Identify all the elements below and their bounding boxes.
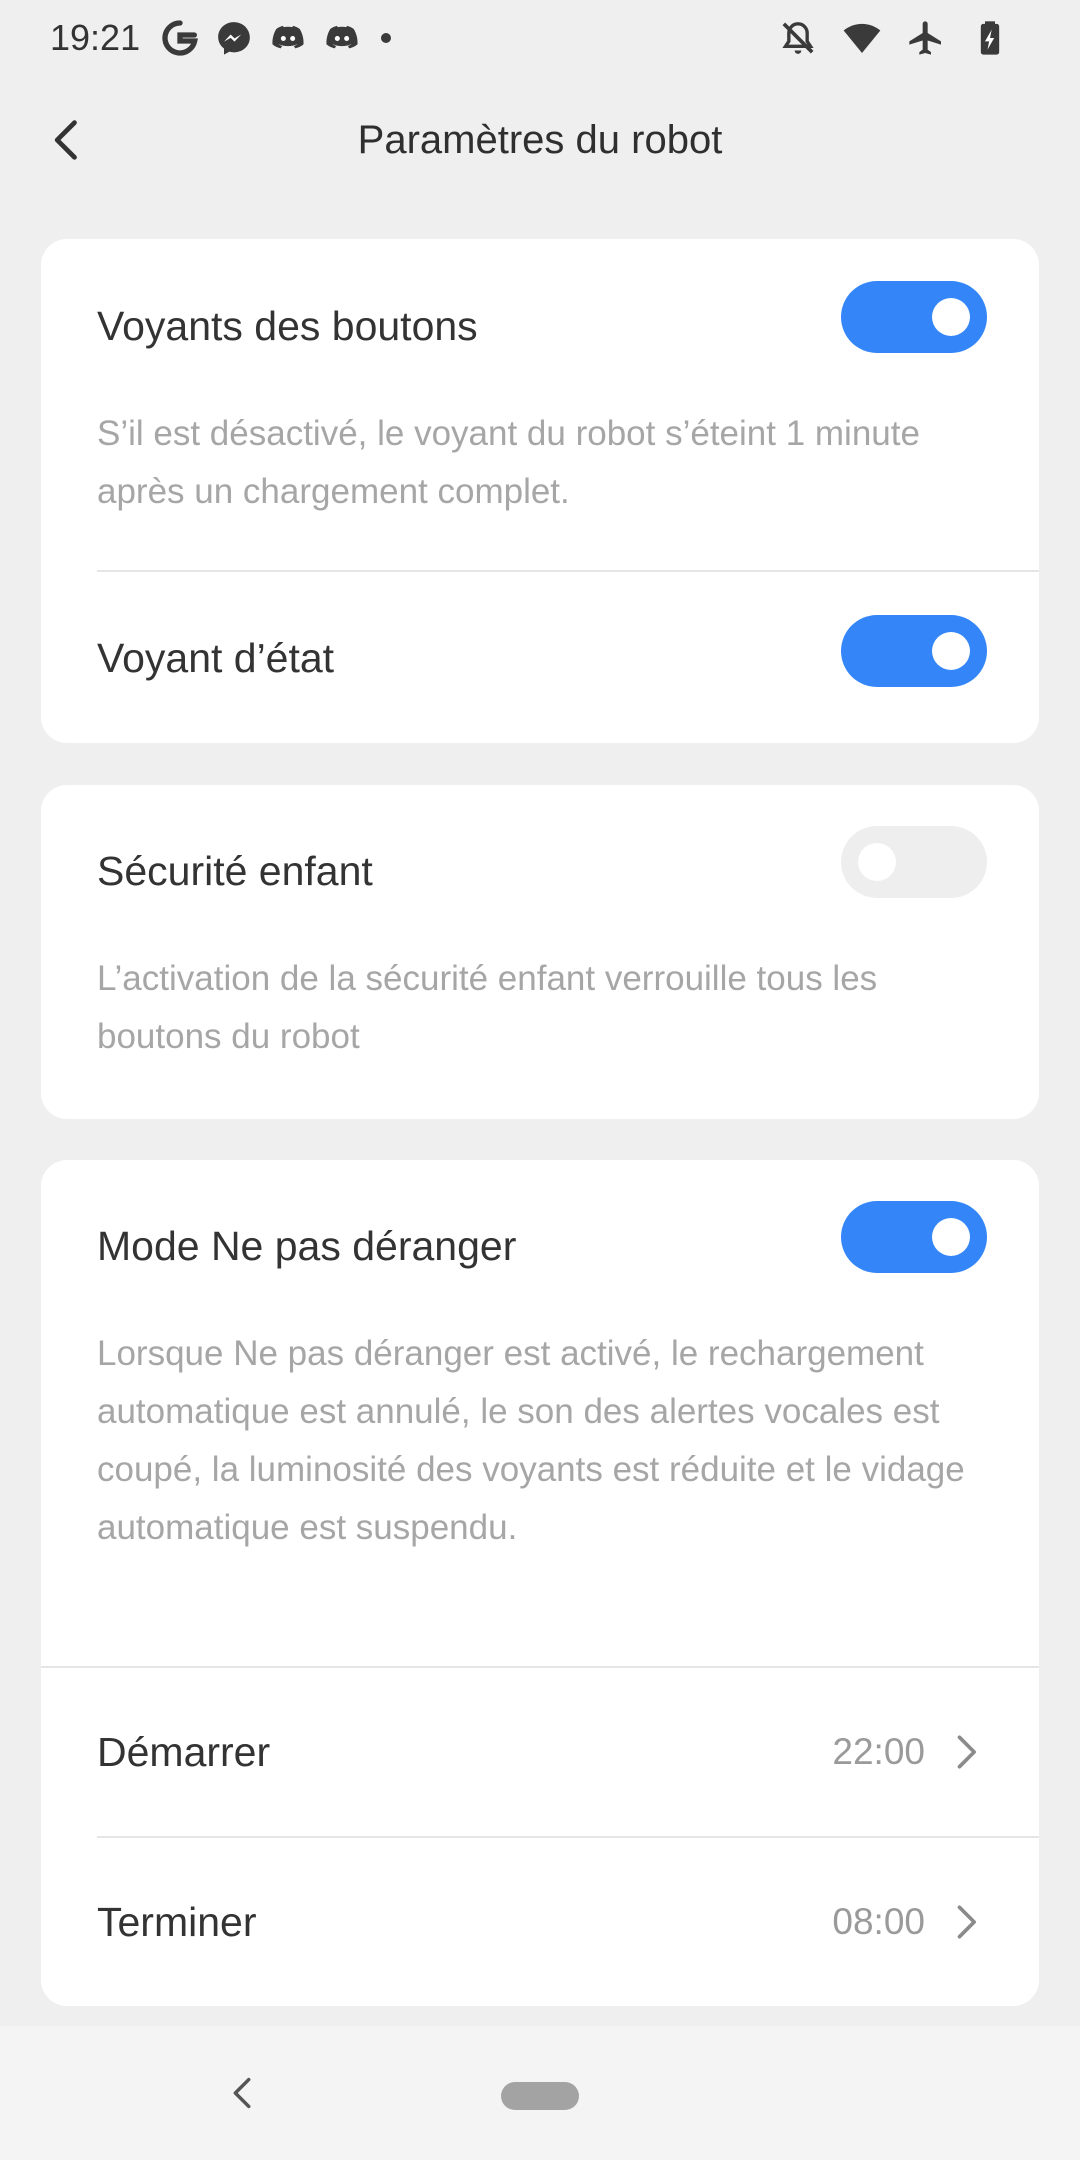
dot-icon — [376, 18, 396, 58]
dnd-end-value: 08:00 — [832, 1901, 925, 1942]
nav-back-icon[interactable] — [220, 2070, 266, 2116]
chevron-right-icon — [943, 1730, 987, 1774]
dnd-end-label: Terminer — [97, 1899, 257, 1945]
home-pill-icon[interactable] — [501, 2082, 579, 2110]
google-icon — [160, 18, 200, 58]
wifi-icon — [842, 18, 882, 58]
dnd-start-label: Démarrer — [97, 1729, 271, 1775]
dnd-start-row[interactable]: Démarrer 22:00 — [41, 1668, 1039, 1836]
toggle-knob — [932, 1218, 970, 1256]
messenger-icon — [214, 18, 254, 58]
button-lights-description: S’il est désactivé, le voyant du robot s… — [97, 414, 920, 511]
dnd-description: Lorsque Ne pas déranger est activé, le r… — [97, 1334, 965, 1547]
status-light-toggle[interactable] — [841, 615, 987, 687]
lights-card: Voyants des boutons S’il est désactivé, … — [41, 239, 1039, 743]
button-lights-toggle[interactable] — [841, 281, 987, 353]
page-title: Paramètres du robot — [357, 118, 723, 162]
status-light-label: Voyant d’état — [97, 635, 335, 681]
dnd-end-row[interactable]: Terminer 08:00 — [41, 1838, 1039, 2006]
status-notification-icons — [160, 16, 396, 60]
child-lock-card: Sécurité enfant L’activation de la sécur… — [41, 785, 1039, 1119]
toggle-knob — [932, 298, 970, 336]
status-bar: 19:21 — [0, 0, 1080, 78]
discord-icon — [268, 18, 308, 58]
dnd-label: Mode Ne pas déranger — [97, 1223, 517, 1269]
status-system-icons — [778, 16, 1010, 60]
discord-icon — [322, 18, 362, 58]
notifications-off-icon — [778, 18, 818, 58]
airplane-icon — [906, 18, 946, 58]
app-bar: Paramètres du robot — [0, 80, 1080, 200]
button-lights-label: Voyants des boutons — [97, 303, 478, 349]
battery-charging-icon — [970, 18, 1010, 58]
toggle-knob — [858, 843, 896, 881]
toggle-knob — [932, 632, 970, 670]
chevron-right-icon — [943, 1900, 987, 1944]
dnd-start-value: 22:00 — [832, 1731, 925, 1772]
dnd-card: Mode Ne pas déranger Lorsque Ne pas déra… — [41, 1160, 1039, 2006]
dnd-toggle[interactable] — [841, 1201, 987, 1273]
child-lock-label: Sécurité enfant — [97, 848, 373, 894]
status-time: 19:21 — [50, 17, 141, 58]
child-lock-description: L’activation de la sécurité enfant verro… — [97, 959, 878, 1056]
child-lock-toggle[interactable] — [841, 826, 987, 898]
